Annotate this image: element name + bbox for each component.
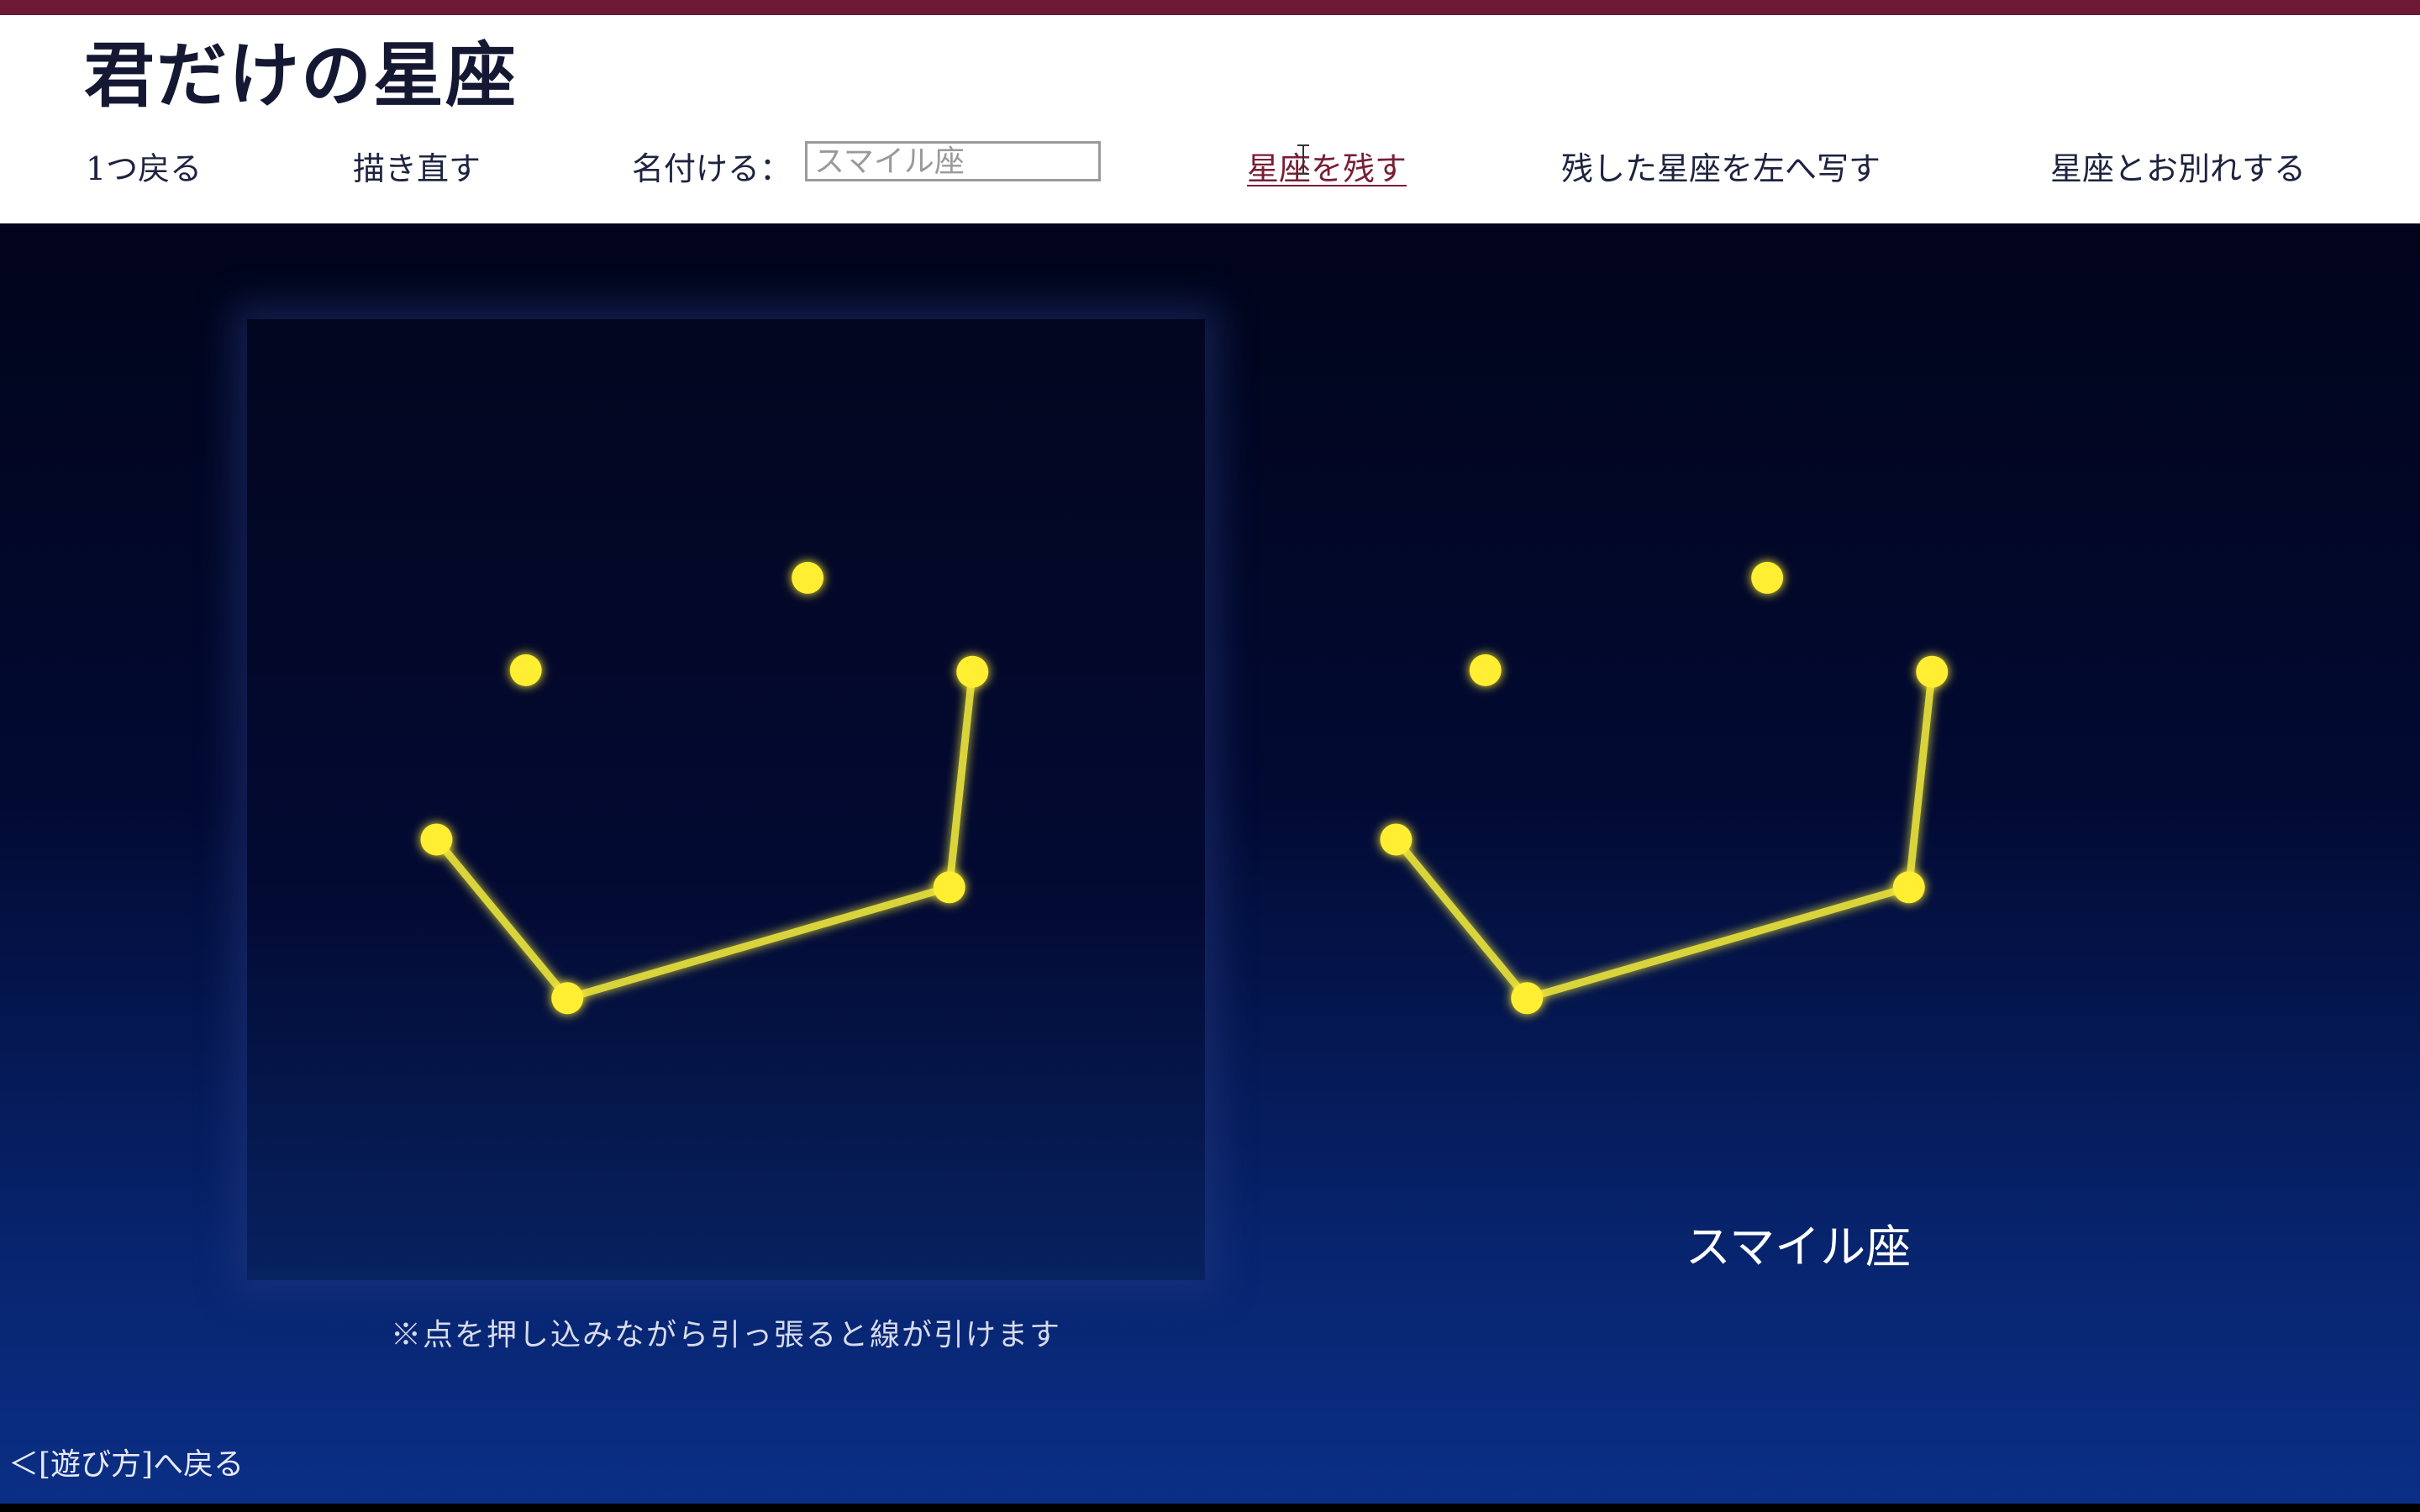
drawing-canvas[interactable] <box>247 319 1205 1280</box>
drawing-svg[interactable] <box>247 319 1205 1280</box>
draw-star-4[interactable] <box>551 982 584 1015</box>
farewell-button[interactable]: 星座とお別れする <box>2050 148 2306 190</box>
constellation-name-input[interactable] <box>805 141 1101 181</box>
undo-button[interactable]: 1つ戻る <box>86 148 202 190</box>
saved-star-4 <box>1511 982 1544 1015</box>
redraw-button[interactable]: 描き直す <box>353 148 481 190</box>
drawing-hint: ※点を押し込みながら引っ張ると線が引けます <box>390 1318 1061 1352</box>
saved-star-2 <box>1916 655 1949 688</box>
page-title: 君だけの星座 <box>84 34 518 117</box>
saved-star-0 <box>1469 654 1502 686</box>
draw-star-3[interactable] <box>420 823 453 856</box>
saved-line-0 <box>1392 835 1531 1002</box>
draw-line-1 <box>563 883 954 1002</box>
saved-star-1 <box>1751 561 1784 594</box>
draw-star-5[interactable] <box>933 871 965 904</box>
copy-left-button[interactable]: 残した星座を左へ写す <box>1561 148 1881 190</box>
saved-star-5 <box>1892 871 1925 904</box>
save-constellation-link[interactable]: 星座を残す <box>1247 148 1407 190</box>
draw-line-0 <box>432 835 571 1002</box>
draw-star-2[interactable] <box>956 655 989 688</box>
saved-line-2 <box>1905 668 1936 891</box>
saved-star-3 <box>1380 823 1413 856</box>
saved-constellation-svg <box>1380 561 1949 1015</box>
back-to-howto-link[interactable]: ＜[遊び方]へ戻る <box>8 1440 244 1483</box>
draw-star-1[interactable] <box>792 561 824 594</box>
bottom-edge <box>0 1504 2420 1512</box>
toolbar: 1つ戻る 描き直す 名付ける： 星座を残す 残した星座を左へ写す 星座とお別れす… <box>0 141 2420 200</box>
saved-line-1 <box>1523 883 1913 1002</box>
saved-constellation-name: スマイル座 <box>1685 1221 1912 1273</box>
header: 君だけの星座 1つ戻る 描き直す 名付ける： 星座を残す 残した星座を左へ写す … <box>0 15 2420 223</box>
draw-line-2 <box>945 668 976 891</box>
draw-star-0[interactable] <box>509 654 542 686</box>
top-accent-bar <box>0 0 2420 15</box>
name-label: 名付ける： <box>632 150 792 187</box>
text-cursor-icon <box>1297 144 1309 175</box>
